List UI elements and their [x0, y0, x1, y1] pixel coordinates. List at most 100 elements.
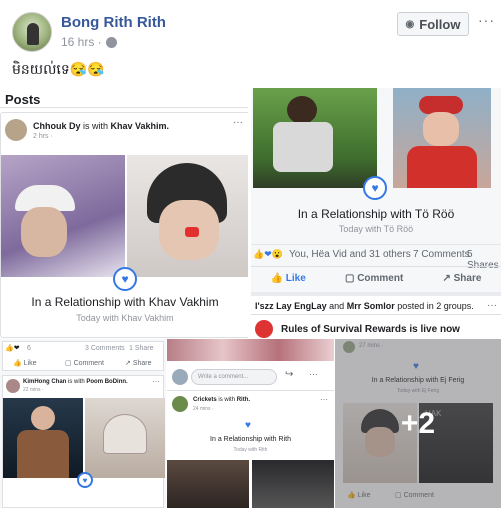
comment-input[interactable]: Write a comment... [191, 369, 277, 385]
couple-photo-right [127, 155, 248, 277]
photo-tile-1[interactable]: Posts Chhouk Dy is with Khav Vakhim. 2 h… [0, 88, 250, 338]
mini-poster-name[interactable]: KimHong Chan [23, 379, 66, 385]
post-caption: មិនយល់ទេ😪😪 [12, 61, 105, 77]
crickets-time: 24 mins · [193, 406, 214, 412]
poster-suffix: is with [80, 121, 111, 131]
crickets-more-icon[interactable]: ··· [320, 395, 328, 404]
group-poster-b[interactable]: Mrr Somlor [347, 301, 395, 311]
mini-poster-time: 22 mins · [23, 387, 44, 393]
photo-tile-4[interactable]: Write a comment... ↪ ··· Crickets is wit… [167, 339, 334, 508]
post-time[interactable]: 16 hrs · [61, 35, 102, 49]
reaction-icons[interactable]: 👍❤😮 [253, 249, 283, 260]
more-photos-overlay[interactable]: +2 [335, 339, 501, 508]
more-dots-icon[interactable]: ··· [309, 369, 318, 379]
like-button[interactable]: 👍 Like [271, 273, 306, 284]
author-avatar[interactable] [12, 12, 52, 52]
post-meta: 16 hrs · [61, 35, 117, 49]
comment-button[interactable]: ▢ Comment [345, 273, 403, 284]
mini-share-button[interactable]: ↗ Share [125, 359, 152, 367]
comment-avatar [172, 369, 188, 385]
globe-icon [105, 36, 117, 48]
share-icon: ↗ [442, 273, 451, 284]
follow-button[interactable]: ◉ Follow [397, 12, 469, 36]
mini-like-button[interactable]: 👍 Like [13, 359, 37, 367]
group-post-line: I'szz Lay EngLay and Mrr Somlor posted i… [255, 301, 474, 311]
reaction-summary[interactable]: You, Hëa Vid and 31 others [289, 249, 411, 260]
tagged-name[interactable]: Khav Vakhim. [111, 121, 170, 131]
couple-photo-left [253, 88, 377, 188]
mini-poster-line: KimHong Chan is with Poom BoDinn. [23, 379, 128, 385]
relationship-subtitle: Today with Khav Vakhim [76, 313, 174, 323]
thumbs-up-icon: 👍 [270, 273, 284, 284]
photo-tile-5[interactable]: 27 mins · ♥ In a Relationship with Ej Fe… [335, 339, 501, 508]
next-more-icon[interactable]: ··· [487, 300, 497, 311]
top-photo-strip [167, 339, 334, 361]
posts-section-label: Posts [5, 92, 41, 107]
rith-heart-icon: ♥ [245, 420, 251, 431]
relationship-subtitle: Today with Tö Röö [338, 224, 414, 234]
couple-photo-right [393, 88, 491, 188]
rss-icon: ◉ [405, 18, 415, 30]
shared-post-card: Chhouk Dy is with Khav Vakhim. 2 hrs · ·… [0, 112, 248, 338]
comment-count[interactable]: 7 Comments [413, 249, 470, 260]
crickets-name[interactable]: Crickets [193, 397, 217, 403]
rith-relationship-title: In a Relationship with Rith [210, 436, 291, 443]
mini-comment-count: 3 Comments [85, 345, 125, 352]
group-poster-a[interactable]: I'szz Lay EngLay [255, 301, 327, 311]
relationship-heart-icon: ♥ [363, 176, 387, 200]
mini-post-card: KimHong Chan is with Poom BoDinn. 22 min… [2, 375, 165, 508]
mini-reaction-card: 👍❤ 6 3 Comments 1 Share 👍 Like ▢ Comment… [2, 341, 164, 371]
photo-grid: Posts Chhouk Dy is with Khav Vakhim. 2 h… [0, 88, 501, 508]
comment-icon: ▢ [344, 273, 355, 284]
relationship-heart-icon: ♥ [113, 267, 137, 291]
share-arrow-icon[interactable]: ↪ [285, 369, 293, 380]
mini-reaction-icons: 👍❤ [5, 345, 20, 352]
group-suffix: posted in 2 groups. [394, 301, 474, 311]
relationship-title: In a Relationship with Tö Röö [297, 207, 455, 221]
mini-share-count: 1 Share [129, 345, 154, 352]
crickets-avatar [172, 396, 188, 412]
next-post-preview: I'szz Lay EngLay and Mrr Somlor posted i… [251, 292, 501, 338]
mini-heart-icon: ♥ [77, 472, 93, 488]
rith-photo-right [252, 460, 334, 508]
follow-label: Follow [419, 16, 461, 32]
mini-share-label: Share [132, 360, 152, 367]
mini-poster-suffix: is with [66, 379, 87, 385]
crickets-suffix: is with [216, 397, 237, 403]
next-post-title[interactable]: Rules of Survival Rewards is live now [281, 324, 460, 335]
poster-time: 2 hrs · [33, 133, 53, 140]
more-options-icon[interactable]: ··· [478, 12, 495, 28]
mini-reaction-count: 6 [27, 345, 31, 352]
photo-tile-2[interactable]: ♥ In a Relationship with Tö Röö Today wi… [251, 88, 501, 338]
couple-photo-left [1, 155, 125, 277]
author-name[interactable]: Bong Rith Rith [61, 14, 166, 31]
crickets-tagged[interactable]: Rith. [237, 397, 250, 403]
mini-more-icon[interactable]: ··· [152, 377, 160, 386]
mini-tagged-name[interactable]: Poom BoDinn. [86, 379, 127, 385]
mini-like-label: Like [23, 360, 37, 367]
group-join: and [326, 301, 347, 311]
photo-tile-3[interactable]: 👍❤ 6 3 Comments 1 Share 👍 Like ▢ Comment… [0, 339, 166, 508]
poster-avatar [5, 119, 27, 141]
reaction-bar: 👍❤😮 You, Hëa Vid and 31 others 7 Comment… [251, 244, 501, 271]
card-more-icon[interactable]: ··· [233, 117, 243, 128]
hat-photo [85, 398, 165, 478]
share-button[interactable]: ↗ Share [442, 273, 481, 284]
mini-comment-label: Comment [73, 360, 104, 367]
comment-box-row: Write a comment... ↪ ··· [167, 361, 334, 391]
rith-relationship-subtitle: Today with Rith [233, 447, 268, 453]
like-label: Like [285, 273, 306, 284]
suit-photo [3, 398, 83, 478]
next-post-avatar [255, 320, 273, 338]
mini-poster-avatar [6, 379, 20, 393]
share-label: Share [453, 273, 482, 284]
poster-name[interactable]: Chhouk Dy [33, 121, 81, 131]
crickets-line: Crickets is with Rith. [193, 397, 250, 403]
rith-photo-left [167, 460, 249, 508]
comment-label: Comment [357, 273, 404, 284]
relationship-title: In a Relationship with Khav Vakhim [31, 295, 219, 309]
mini-comment-button[interactable]: ▢ Comment [65, 359, 104, 367]
action-bar: 👍 Like ▢ Comment ↗ Share [251, 266, 501, 290]
rith-post-card: Crickets is with Rith. 24 mins · ··· ♥ I… [167, 394, 334, 508]
poster-line: Chhouk Dy is with Khav Vakhim. [33, 121, 169, 131]
